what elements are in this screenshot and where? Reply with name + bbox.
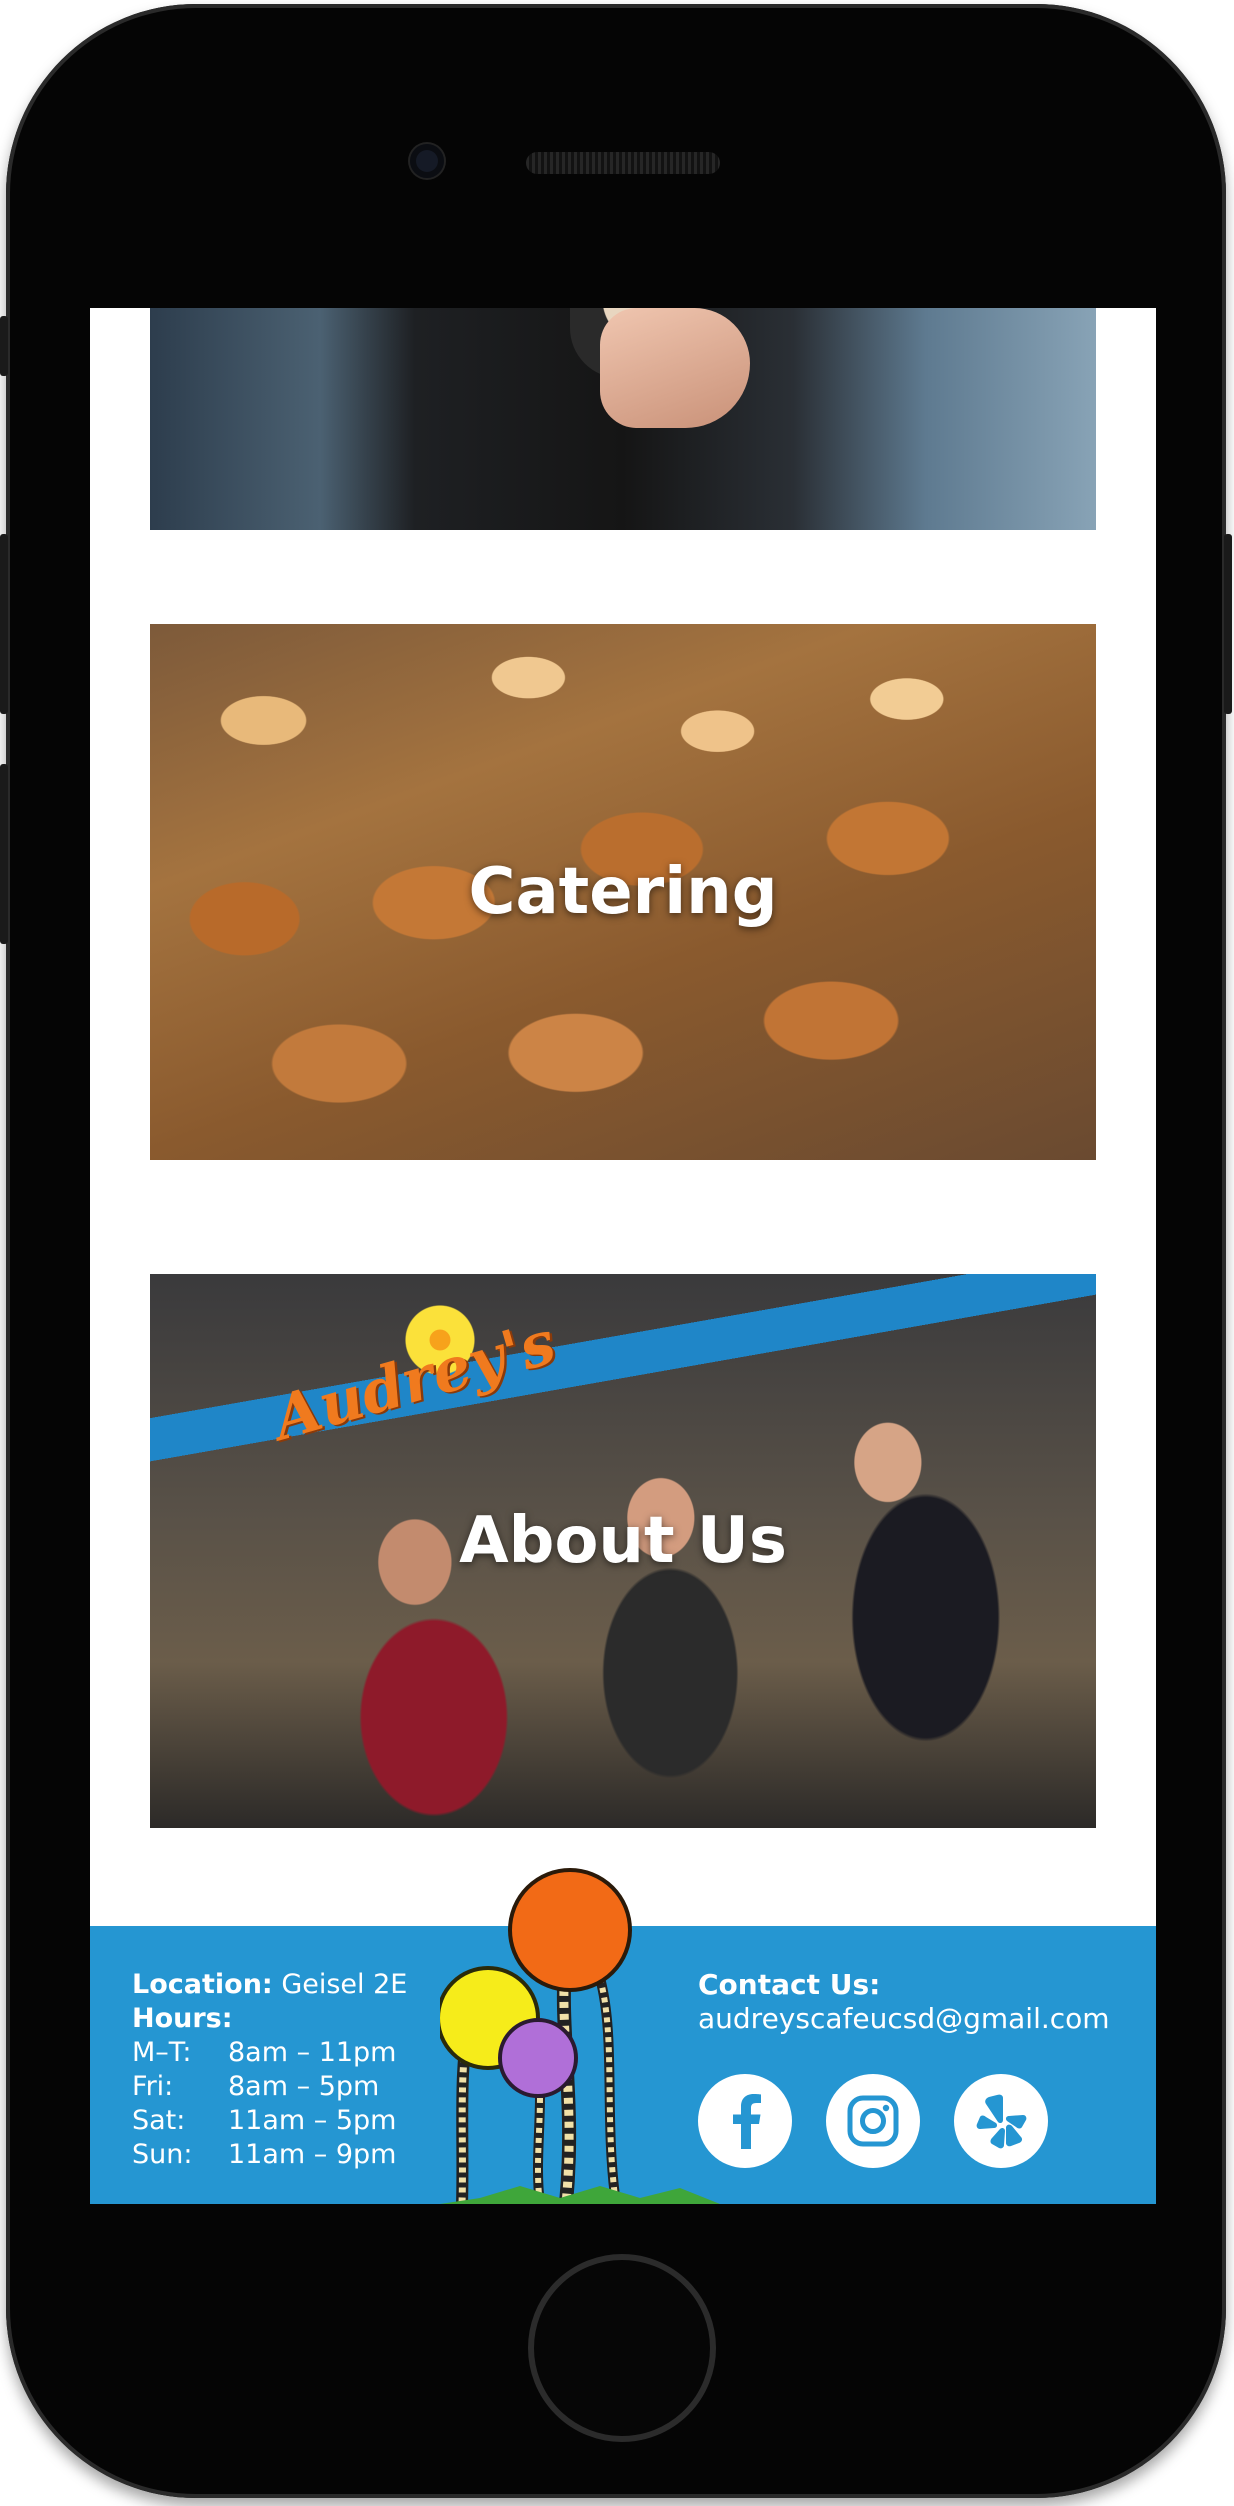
- hours-row: Fri: 8am – 5pm: [132, 2070, 407, 2104]
- location-hours: Location: Geisel 2E Hours: M–T: 8am – 11…: [132, 1968, 407, 2172]
- hand-illustration: [600, 308, 750, 428]
- hours-time: 11am – 9pm: [228, 2139, 397, 2170]
- about-us-card[interactable]: Audrey's About Us: [150, 1274, 1096, 1828]
- hours-row: Sat: 11am – 5pm: [132, 2104, 407, 2138]
- yelp-icon: [976, 2094, 1027, 2149]
- contact-block: Contact Us: audreyscafeucsd@gmail.com: [698, 1968, 1110, 2036]
- location-label: Location:: [132, 1969, 273, 2000]
- phone-frame: Catering Audrey's About Us Location: Gei…: [0, 4, 1232, 2498]
- home-button[interactable]: [528, 2254, 716, 2442]
- hours-label: Hours:: [132, 2003, 233, 2034]
- coffee-hero-image: [150, 308, 1096, 530]
- hours-time: 8am – 11pm: [228, 2037, 397, 2068]
- location-line: Location: Geisel 2E: [132, 1968, 407, 2002]
- truffula-trees-illustration: [440, 1868, 720, 2204]
- mute-switch: [0, 316, 8, 376]
- about-us-title: About Us: [459, 1504, 787, 1578]
- hours-row: M–T: 8am – 11pm: [132, 2036, 407, 2070]
- hours-day: Sat:: [132, 2105, 186, 2136]
- contact-email-link[interactable]: audreyscafeucsd@gmail.com: [698, 2002, 1110, 2035]
- instagram-link[interactable]: [826, 2074, 920, 2168]
- location-value: Geisel 2E: [281, 1969, 408, 2000]
- earpiece-speaker: [526, 152, 720, 174]
- hours-day: M–T:: [132, 2037, 192, 2068]
- catering-card[interactable]: Catering: [150, 624, 1096, 1160]
- catering-title: Catering: [468, 855, 778, 929]
- yelp-link[interactable]: [954, 2074, 1048, 2168]
- hours-day: Sun:: [132, 2139, 193, 2170]
- hours-row: Sun: 11am – 9pm: [132, 2138, 407, 2172]
- phone-screen: Catering Audrey's About Us Location: Gei…: [90, 308, 1156, 2204]
- instagram-icon: [847, 2095, 899, 2147]
- contact-label: Contact Us:: [698, 1968, 881, 2001]
- social-links: [698, 2074, 1048, 2168]
- power-button: [1224, 534, 1232, 714]
- hours-day: Fri:: [132, 2071, 174, 2102]
- facebook-icon: [733, 2094, 761, 2149]
- volume-down-button: [0, 764, 8, 944]
- front-camera: [410, 144, 444, 178]
- hours-time: 11am – 5pm: [228, 2105, 397, 2136]
- hours-time: 8am – 5pm: [228, 2071, 380, 2102]
- volume-up-button: [0, 534, 8, 714]
